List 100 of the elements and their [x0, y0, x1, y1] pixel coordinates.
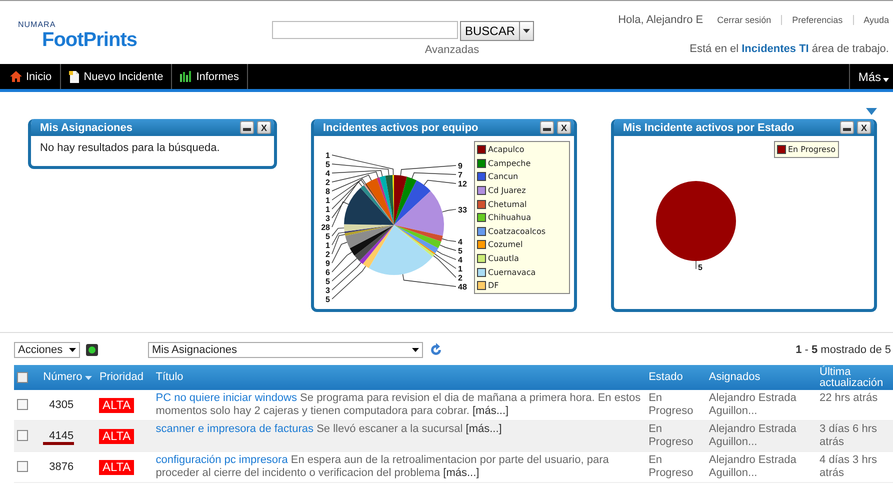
assignee-text: Alejandro Estrada Aguillon... [708, 454, 796, 479]
logo-tagline: NUMARA [18, 21, 57, 29]
slice-label: 12 [458, 180, 467, 189]
minimize-icon [543, 128, 551, 131]
slice-label: 2 [458, 274, 462, 283]
minimize-button[interactable] [840, 121, 854, 134]
slice-label: 1 [326, 241, 330, 250]
legend-label: Cozumel [488, 240, 523, 250]
header-link[interactable]: Cerrar sesión [707, 15, 782, 25]
minimize-button[interactable] [540, 121, 554, 134]
minimize-icon [843, 128, 851, 131]
row-checkbox[interactable] [17, 430, 28, 442]
column-header[interactable]: Última actualización [820, 366, 890, 388]
slice-label: 5 [326, 232, 330, 241]
logo[interactable]: FootPrints [42, 29, 272, 51]
column-header[interactable]: Título [156, 372, 643, 383]
row-checkbox[interactable] [17, 461, 28, 472]
select-all-checkbox[interactable] [17, 372, 28, 383]
caret-icon [412, 348, 419, 352]
go-icon[interactable] [86, 344, 98, 356]
status-text: En Progreso [648, 392, 694, 417]
slice-label: 6 [326, 268, 330, 277]
slice-label: 33 [458, 205, 467, 214]
table-row[interactable] [14, 452, 893, 482]
close-button[interactable]: X [557, 121, 571, 134]
empty-message: No hay resultados para la búsqueda. [40, 142, 220, 154]
bar-chart-icon [180, 71, 192, 82]
legend-label: Cuautla [488, 254, 519, 264]
incident-description: PC no quiere iniciar windows Se programa para revision el dia de mañana a primera hora. En estos momentos solo hay 2 cajeras y tienen computadora para cobrar. [más...] [156, 392, 641, 417]
slice-label: 9 [326, 259, 330, 268]
incident-description: scanner e impresora de facturas Se llevó escaner a la sucursal [más...] [156, 423, 502, 435]
incident-link[interactable]: PC no quiere iniciar windows [156, 392, 297, 404]
slice-label: 5 [326, 160, 330, 169]
legend-label: Chetumal [488, 200, 527, 209]
row-checkbox[interactable] [17, 399, 28, 410]
incident-description: configuración pc impresora En espera aun de la retroalimentacion por parte del usuario, para proceder al cierre del incidento o verificacion del problema [más...] [156, 454, 609, 479]
advanced-search-link[interactable]: Avanzadas [424, 44, 480, 56]
dropdown-icon[interactable] [866, 108, 877, 115]
slice-label: 1 [326, 196, 330, 205]
legend-label: Chihuahua [488, 213, 531, 222]
slice-label: 1 [326, 151, 330, 160]
incident-link[interactable]: scanner e impresora de facturas [156, 423, 314, 435]
legend-label: Acapulco [488, 145, 524, 154]
caret-icon [883, 78, 889, 82]
nav-item[interactable]: Inicio [0, 64, 61, 89]
incident-link[interactable]: configuración pc impresora [156, 454, 288, 466]
more-link[interactable]: [más...] [443, 467, 480, 479]
more-link[interactable]: [más...] [472, 405, 509, 417]
leader-line [442, 238, 456, 242]
search-options-button[interactable] [520, 21, 534, 41]
column-header[interactable]: Número [43, 371, 82, 383]
slice-label: 9 [458, 162, 462, 171]
search-button[interactable]: BUSCAR [460, 21, 520, 41]
slice-label: 7 [458, 170, 462, 180]
minimize-icon [243, 128, 251, 131]
slice-label: 5 [326, 295, 330, 304]
actions-dropdown[interactable]: Acciones [14, 342, 80, 358]
updated-text: 4 días 3 hrs atrás [820, 454, 877, 479]
slice-label: 2 [326, 178, 330, 187]
slice-label: 5 [698, 263, 702, 272]
incident-number[interactable]: 4145 [43, 430, 74, 444]
slice-label: 3 [326, 214, 330, 223]
workspace-text: Está en el Incidentes TI área de trabajo. [690, 43, 889, 55]
greeting-text: Hola, Alejandro E [618, 14, 704, 26]
legend-label: Coatzacoalcos [488, 226, 546, 236]
legend-label: DF [488, 281, 499, 290]
legend-label: Cd Juarez [488, 186, 526, 196]
paging-text: 1 - 5 mostrado de 5 [796, 344, 891, 356]
slice-label: 5 [458, 246, 462, 256]
search-field[interactable] [272, 21, 458, 39]
close-button[interactable]: X [857, 121, 871, 134]
sort-icon[interactable] [85, 376, 92, 380]
column-header[interactable]: Asignados [708, 372, 814, 383]
slice-label: 48 [458, 282, 467, 292]
refresh-icon[interactable] [429, 343, 443, 357]
more-link[interactable]: [más...] [466, 423, 502, 435]
nav-item[interactable]: Informes [172, 64, 248, 89]
incident-number[interactable]: 3876 [43, 460, 74, 472]
close-button[interactable]: X [257, 121, 271, 134]
header-link[interactable]: Ayuda [852, 15, 889, 25]
header-link[interactable]: Preferencias [781, 15, 853, 25]
legend-label: Campeche [488, 158, 531, 168]
legend-label: Cuernavaca [488, 268, 536, 277]
panel-title: Mis Asignaciones [40, 122, 134, 134]
caret-icon [69, 348, 76, 352]
minimize-button[interactable] [240, 121, 254, 134]
view-dropdown[interactable]: Mis Asignaciones [148, 342, 423, 358]
nav-item[interactable]: Nuevo Incidente [60, 64, 172, 89]
assignee-text: Alejandro Estrada Aguillon... [708, 392, 796, 417]
updated-text: 22 hrs atrás [820, 392, 878, 404]
status-text: En Progreso [648, 423, 694, 448]
column-header[interactable]: Estado [648, 372, 703, 383]
slice-label: 5 [326, 277, 330, 286]
incident-number[interactable]: 4305 [43, 398, 74, 410]
slice-label: 8 [326, 187, 330, 196]
panel-title: Mis Incidente activos por Estado [623, 122, 796, 134]
updated-text: 3 días 6 hrs atrás [820, 423, 877, 448]
column-header[interactable]: Prioridad [99, 372, 150, 383]
slice-label: 4 [326, 169, 330, 178]
more-menu[interactable]: Más [849, 64, 893, 89]
